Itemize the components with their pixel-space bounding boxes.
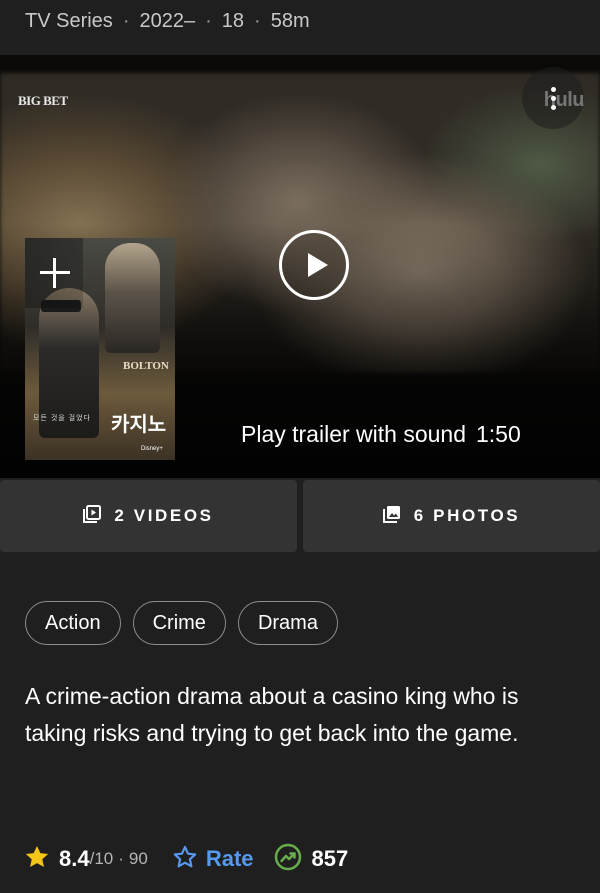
poster[interactable]: BOLTON 모든 것을 걸었다 카지노 Disney+	[25, 238, 175, 460]
channel-logo: BIG BET	[18, 93, 68, 108]
poster-tagline: 모든 것을 걸었다	[33, 415, 91, 422]
episode-runtime: 58m	[270, 9, 310, 32]
videos-label: 2 VIDEOS	[114, 506, 214, 525]
popularity-meter[interactable]: 857	[274, 843, 349, 876]
star-icon	[24, 844, 50, 875]
genre-chips: Action Crime Drama	[25, 601, 338, 645]
photos-label: 6 PHOTOS	[413, 506, 521, 525]
rate-button[interactable]: Rate	[172, 844, 254, 875]
videos-button[interactable]: 2 VIDEOS	[0, 480, 297, 552]
poster-brand: BOLTON	[123, 360, 169, 372]
rating-out-of: /10	[89, 849, 114, 868]
trailer-hero[interactable]: BIG BET hulu BOLTON 모든 것을 걸었다 카지노 Disney…	[0, 55, 600, 478]
more-options-button[interactable]	[522, 67, 584, 129]
photo-icon	[382, 505, 401, 528]
add-to-watchlist-button[interactable]	[25, 238, 83, 308]
ratings-bar: 8.4 /10 · 90 Rate 857	[24, 841, 348, 877]
play-trailer-button[interactable]	[279, 230, 349, 300]
age-rating: 18	[221, 9, 245, 32]
play-trailer-label[interactable]: Play trailer with sound 1:50	[241, 421, 521, 448]
series-type: TV Series	[25, 9, 113, 32]
title-meta-row: TV Series · 2022– · 18 · 58m	[25, 9, 310, 32]
release-years: 2022–	[139, 9, 196, 32]
genre-chip-action[interactable]: Action	[25, 601, 121, 645]
rating-score: 8.4	[59, 846, 90, 871]
rate-label: Rate	[205, 846, 254, 871]
genre-chip-drama[interactable]: Drama	[237, 601, 338, 645]
star-outline-icon	[172, 844, 198, 875]
trending-up-icon	[274, 843, 302, 876]
plot-summary[interactable]: A crime-action drama about a casino king…	[25, 678, 580, 751]
more-vertical-icon	[550, 86, 556, 92]
rating-votes: 90	[128, 849, 148, 868]
poster-title: 카지노	[111, 414, 167, 436]
popularity-rank: 857	[311, 846, 349, 871]
genre-chip-crime[interactable]: Crime	[132, 601, 226, 645]
photos-button[interactable]: 6 PHOTOS	[303, 480, 600, 552]
trailer-duration: 1:50	[476, 421, 521, 447]
trailer-label: Play trailer with sound	[241, 421, 466, 447]
video-icon	[83, 504, 102, 528]
